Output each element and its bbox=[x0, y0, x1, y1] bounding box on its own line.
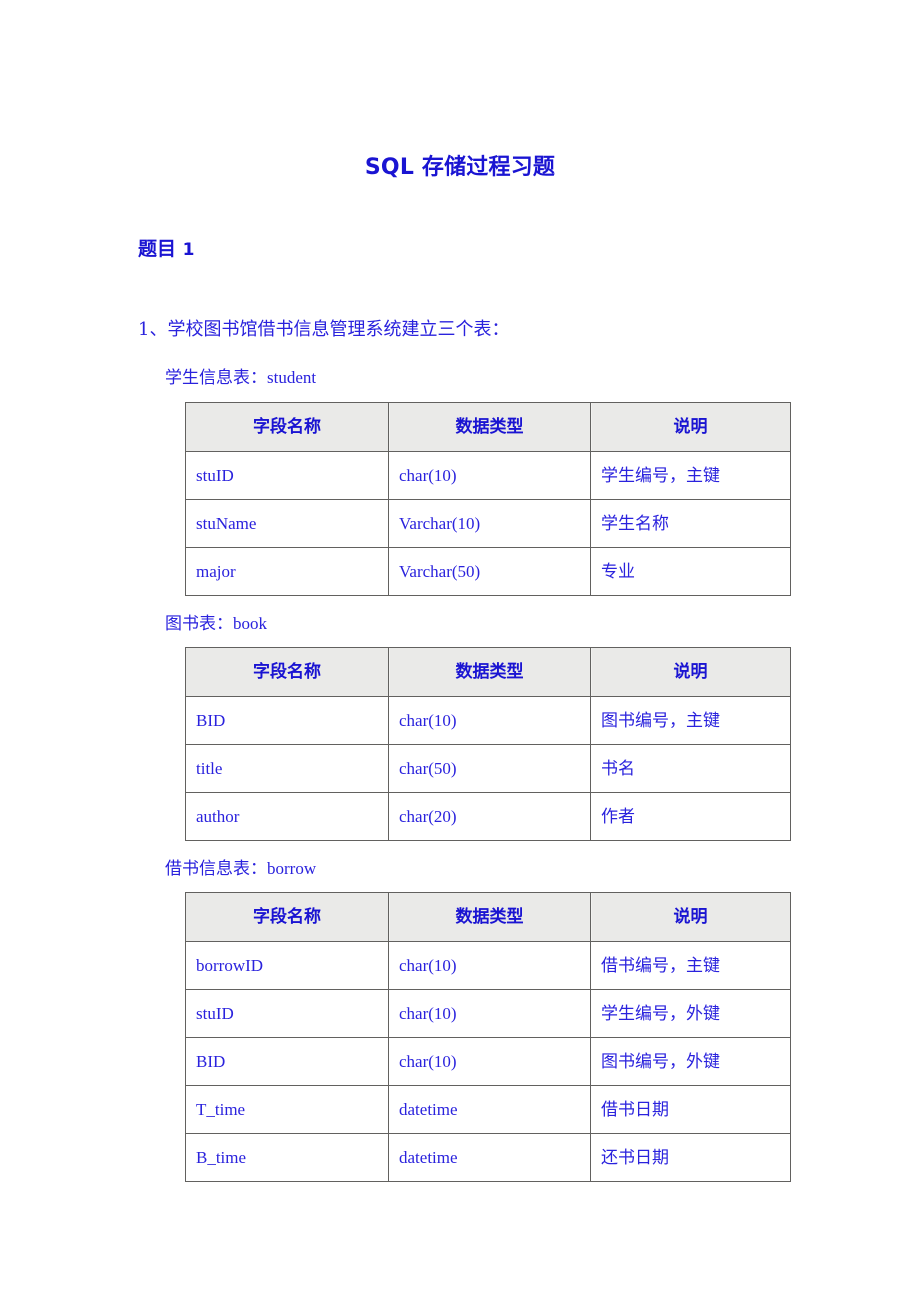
cell-description: 书名 bbox=[590, 744, 791, 793]
schema-table-borrow: 字段名称 数据类型 说明 borrowID char(10) 借书编号，主键 s… bbox=[185, 892, 791, 1182]
column-header-data-type: 数据类型 bbox=[388, 402, 591, 452]
table-caption-book-cjk: 图书表： bbox=[165, 614, 233, 634]
cell-field-name: stuID bbox=[185, 989, 389, 1038]
schema-table-book: 字段名称 数据类型 说明 BID char(10) 图书编号，主键 title … bbox=[185, 647, 791, 841]
document-title-cjk: 存储过程习题 bbox=[421, 154, 556, 180]
cell-data-type: char(10) bbox=[388, 1037, 591, 1086]
cell-description: 学生编号，主键 bbox=[590, 451, 791, 500]
column-header-description: 说明 bbox=[590, 647, 791, 697]
cell-description: 借书日期 bbox=[590, 1085, 791, 1134]
column-header-data-type: 数据类型 bbox=[388, 647, 591, 697]
cell-field-name: borrowID bbox=[185, 941, 389, 990]
column-header-data-type: 数据类型 bbox=[388, 892, 591, 942]
table-caption-borrow: 借书信息表：borrow bbox=[165, 857, 316, 881]
cell-data-type: char(50) bbox=[388, 744, 591, 793]
section-heading-label: 题目 bbox=[138, 238, 177, 260]
table-caption-student: 学生信息表：student bbox=[165, 366, 316, 390]
cell-data-type: char(10) bbox=[388, 989, 591, 1038]
table-row: major Varchar(50) 专业 bbox=[185, 547, 791, 596]
column-header-description: 说明 bbox=[590, 892, 791, 942]
column-header-description: 说明 bbox=[590, 402, 791, 452]
table-caption-book: 图书表：book bbox=[165, 612, 267, 636]
table-header-row: 字段名称 数据类型 说明 bbox=[185, 402, 791, 452]
cell-data-type: Varchar(10) bbox=[388, 499, 591, 548]
schema-table-student: 字段名称 数据类型 说明 stuID char(10) 学生编号，主键 stuN… bbox=[185, 402, 791, 596]
cell-data-type: char(10) bbox=[388, 451, 591, 500]
table-caption-student-cjk: 学生信息表： bbox=[165, 368, 267, 388]
cell-field-name: BID bbox=[185, 696, 389, 745]
section-heading: 题目 1 bbox=[138, 236, 194, 263]
table-caption-borrow-cjk: 借书信息表： bbox=[165, 859, 267, 879]
cell-field-name: title bbox=[185, 744, 389, 793]
column-header-field-name: 字段名称 bbox=[185, 402, 389, 452]
cell-description: 作者 bbox=[590, 792, 791, 841]
document-page: SQL 存储过程习题 题目 1 1、学校图书馆借书信息管理系统建立三个表： 学生… bbox=[0, 0, 920, 1302]
cell-description: 学生名称 bbox=[590, 499, 791, 548]
cell-description: 学生编号，外键 bbox=[590, 989, 791, 1038]
document-title-latin: SQL bbox=[364, 155, 415, 180]
cell-data-type: datetime bbox=[388, 1085, 591, 1134]
cell-description: 图书编号，外键 bbox=[590, 1037, 791, 1086]
table-row: stuName Varchar(10) 学生名称 bbox=[185, 499, 791, 548]
table-header-row: 字段名称 数据类型 说明 bbox=[185, 892, 791, 942]
intro-paragraph: 1、学校图书馆借书信息管理系统建立三个表： bbox=[138, 319, 510, 340]
table-row: author char(20) 作者 bbox=[185, 792, 791, 841]
table-row: borrowID char(10) 借书编号，主键 bbox=[185, 941, 791, 990]
table-header-row: 字段名称 数据类型 说明 bbox=[185, 647, 791, 697]
table-caption-student-latin: student bbox=[267, 368, 317, 387]
cell-field-name: author bbox=[185, 792, 389, 841]
column-header-field-name: 字段名称 bbox=[185, 647, 389, 697]
cell-data-type: char(20) bbox=[388, 792, 591, 841]
cell-data-type: Varchar(50) bbox=[388, 547, 591, 596]
table-caption-borrow-latin: borrow bbox=[267, 859, 317, 878]
table-caption-book-latin: book bbox=[233, 614, 267, 633]
cell-data-type: char(10) bbox=[388, 941, 591, 990]
cell-field-name: B_time bbox=[185, 1133, 389, 1182]
section-heading-number: 1 bbox=[182, 240, 195, 260]
table-row: stuID char(10) 学生编号，外键 bbox=[185, 989, 791, 1038]
cell-field-name: BID bbox=[185, 1037, 389, 1086]
cell-field-name: stuID bbox=[185, 451, 389, 500]
cell-description: 图书编号，主键 bbox=[590, 696, 791, 745]
cell-field-name: major bbox=[185, 547, 389, 596]
column-header-field-name: 字段名称 bbox=[185, 892, 389, 942]
table-row: BID char(10) 图书编号，主键 bbox=[185, 696, 791, 745]
table-row: title char(50) 书名 bbox=[185, 744, 791, 793]
cell-field-name: T_time bbox=[185, 1085, 389, 1134]
document-title: SQL 存储过程习题 bbox=[0, 152, 920, 183]
cell-data-type: char(10) bbox=[388, 696, 591, 745]
table-row: BID char(10) 图书编号，外键 bbox=[185, 1037, 791, 1086]
table-row: T_time datetime 借书日期 bbox=[185, 1085, 791, 1134]
cell-description: 专业 bbox=[590, 547, 791, 596]
cell-description: 还书日期 bbox=[590, 1133, 791, 1182]
table-row: B_time datetime 还书日期 bbox=[185, 1133, 791, 1182]
cell-description: 借书编号，主键 bbox=[590, 941, 791, 990]
table-row: stuID char(10) 学生编号，主键 bbox=[185, 451, 791, 500]
cell-data-type: datetime bbox=[388, 1133, 591, 1182]
cell-field-name: stuName bbox=[185, 499, 389, 548]
